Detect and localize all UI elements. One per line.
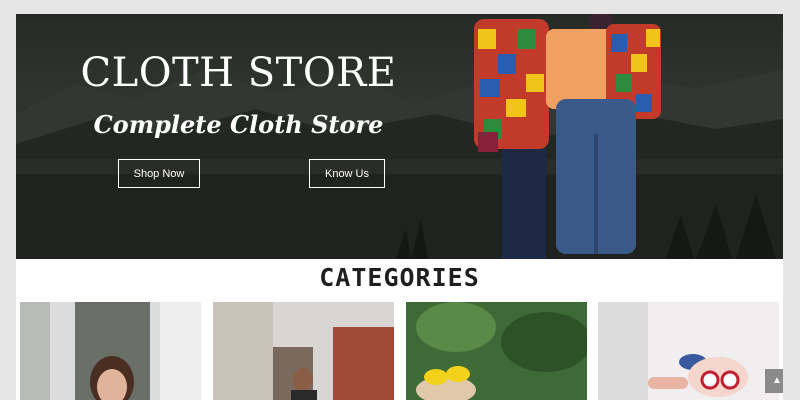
models-photo [474,14,661,259]
child-yellow-bow-image [406,302,587,400]
category-card-kid[interactable] [598,302,779,400]
page-container: CLOTH STORE Complete Cloth Store Shop No… [16,14,783,400]
hero-subtitle: Complete Cloth Store [93,110,384,139]
categories-heading: CATEGORIES [319,263,480,292]
category-card-child[interactable] [406,302,587,400]
woman-portrait-image [20,302,201,400]
hero-title: CLOTH STORE [80,50,397,96]
shop-now-button[interactable]: Shop Now [118,159,200,188]
chevron-up-icon: ▲ [772,375,782,386]
category-card-woman[interactable] [20,302,201,400]
category-card-man[interactable] [213,302,394,400]
child-sunglasses-image [598,302,779,400]
hero-banner: CLOTH STORE Complete Cloth Store Shop No… [16,14,783,259]
man-street-image [213,302,394,400]
scroll-to-top-button[interactable]: ▲ [765,369,783,393]
know-us-button[interactable]: Know Us [309,159,385,188]
